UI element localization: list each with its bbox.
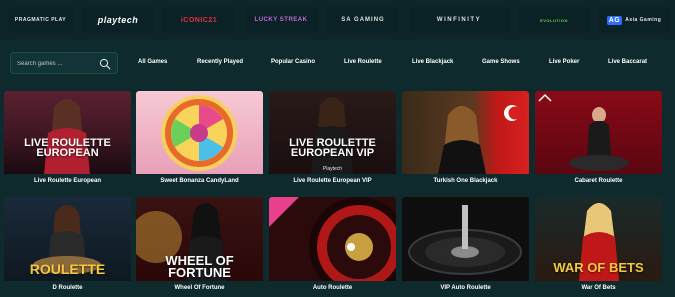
provider-evolution[interactable]: EVOLUTION <box>519 7 589 33</box>
tab-popular-casino[interactable]: Popular Casino <box>271 59 315 65</box>
tab-all-games[interactable]: All Games <box>138 59 167 65</box>
game-card-turkish-one-blackjack[interactable]: Turkish One Blackjack <box>402 91 529 189</box>
game-title: D Roulette <box>52 285 83 291</box>
game-overlay-title: WAR OF BETS <box>553 260 644 275</box>
tab-recently-played[interactable]: Recently Played <box>197 59 243 65</box>
game-card-live-roulette-european[interactable]: LIVE ROULETTE EUROPEAN Live Roulette Eur… <box>4 91 131 189</box>
game-thumbnail: LIVE ROULETTE EUROPEAN VIP Playtech <box>269 91 396 174</box>
game-card-live-roulette-european-vip[interactable]: LIVE ROULETTE EUROPEAN VIP Playtech Live… <box>269 91 396 189</box>
game-thumbnail: WAR OF BETS <box>535 197 662 281</box>
game-thumbnail: WHEEL OF FORTUNE <box>136 197 263 281</box>
game-card-vip-auto-roulette[interactable]: VIP Auto Roulette <box>402 197 529 297</box>
game-title: Cabaret Roulette <box>574 178 623 184</box>
provider-label: EVOLUTION <box>540 17 568 23</box>
dealer-image <box>311 97 353 174</box>
provider-label: WINFINITY <box>436 17 482 23</box>
dealer-image <box>538 93 629 171</box>
provider-label: PRAGMATIC PLAY <box>14 17 67 23</box>
provider-sa-gaming[interactable]: SA GAMING <box>327 7 399 33</box>
ag-logo-icon: AG <box>606 15 623 25</box>
game-title: Live Roulette European <box>33 178 101 184</box>
game-title: Turkish One Blackjack <box>433 178 498 184</box>
game-title: Auto Roulette <box>312 285 353 291</box>
search-input[interactable] <box>17 56 97 71</box>
game-title: War Of Bets <box>581 285 616 291</box>
provider-iconic21[interactable]: iCONIC21 <box>163 7 235 33</box>
game-overlay-title: WHEEL OF FORTUNE <box>165 253 234 281</box>
candy-wheel-image <box>161 95 237 171</box>
game-title: Sweet Bonanza CandyLand <box>160 178 239 184</box>
game-card-d-roulette[interactable]: ROULETTE D Roulette <box>4 197 131 297</box>
game-card-war-of-bets[interactable]: WAR OF BETS War Of Bets <box>535 197 662 297</box>
game-overlay-title: LIVE ROULETTE EUROPEAN VIP <box>289 137 376 160</box>
game-overlay-title: LIVE ROULETTE EUROPEAN <box>24 137 111 160</box>
game-card-wheel-of-fortune[interactable]: WHEEL OF FORTUNE Wheel Of Fortune <box>136 197 263 297</box>
provider-playtech[interactable]: playtech <box>83 7 153 33</box>
game-thumbnail: LIVE ROULETTE EUROPEAN <box>4 91 131 174</box>
search-icon[interactable] <box>99 58 111 70</box>
game-card-cabaret-roulette[interactable]: Cabaret Roulette <box>535 91 662 189</box>
provider-asia-gaming[interactable]: AG Asia Gaming <box>599 7 669 33</box>
tab-game-shows[interactable]: Game Shows <box>482 59 520 65</box>
provider-pragmatic-play[interactable]: PRAGMATIC PLAY <box>8 7 73 33</box>
roulette-wheel-image <box>269 197 396 281</box>
game-card-auto-roulette[interactable]: Auto Roulette <box>269 197 396 297</box>
provider-lucky-streak[interactable]: LUCKY STREAK <box>245 7 317 33</box>
game-overlay-provider: Playtech <box>322 166 343 172</box>
game-thumbnail <box>535 91 662 174</box>
game-thumbnail <box>402 91 529 174</box>
game-card-sweet-bonanza-candyland[interactable]: Sweet Bonanza CandyLand <box>136 91 263 189</box>
search-box[interactable] <box>10 52 118 74</box>
provider-label: LUCKY STREAK <box>254 17 308 23</box>
game-thumbnail: ROULETTE <box>4 197 131 281</box>
tab-live-baccarat[interactable]: Live Baccarat <box>608 59 647 65</box>
provider-bar: PRAGMATIC PLAY playtech iCONIC21 LUCKY S… <box>0 0 675 40</box>
dealer-image <box>438 105 522 174</box>
tab-live-poker[interactable]: Live Poker <box>549 59 579 65</box>
tab-live-blackjack[interactable]: Live Blackjack <box>412 59 453 65</box>
game-thumbnail <box>402 197 529 281</box>
category-toolbar: All Games Recently Played Popular Casino… <box>0 46 675 80</box>
tab-live-roulette[interactable]: Live Roulette <box>344 59 382 65</box>
provider-label: Asia Gaming <box>625 17 662 23</box>
provider-label: SA GAMING <box>341 17 385 23</box>
provider-label: iCONIC21 <box>180 16 218 24</box>
game-thumbnail <box>269 197 396 281</box>
roulette-wheel-image <box>408 205 522 275</box>
dealer-image <box>44 99 90 174</box>
provider-winfinity[interactable]: WINFINITY <box>409 7 509 33</box>
game-title: Wheel Of Fortune <box>174 285 225 291</box>
provider-label: playtech <box>97 15 139 25</box>
game-title: VIP Auto Roulette <box>440 285 491 291</box>
game-thumbnail <box>136 91 263 174</box>
game-title: Live Roulette European VIP <box>293 178 372 184</box>
game-overlay-title: ROULETTE <box>29 261 106 277</box>
